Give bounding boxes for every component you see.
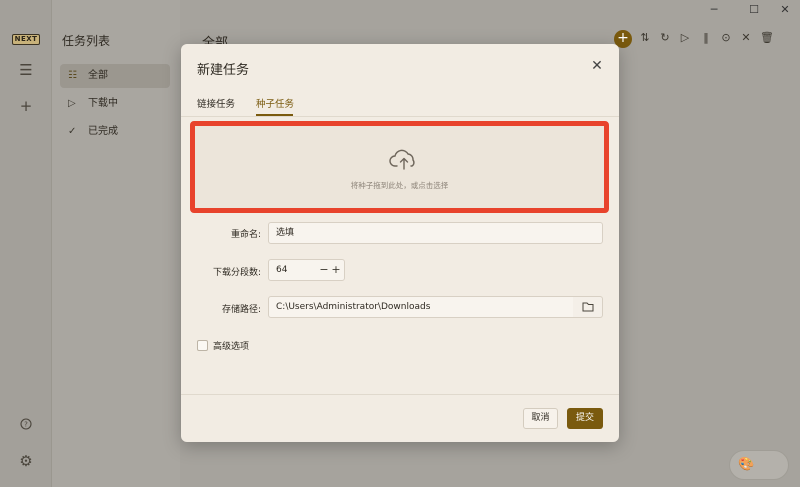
trash-icon[interactable]: 🗑 [759,30,775,46]
maximize-icon[interactable]: ☐ [744,2,764,18]
close-icon[interactable]: ✕ [738,30,754,46]
task-list-pane: 任务列表 ☷ 全部 ▷ 下载中 ✓ 已完成 [52,0,180,487]
plus-icon[interactable]: + [16,96,36,116]
increment-button[interactable]: + [330,260,342,280]
cancel-button[interactable]: 取消 [523,408,558,429]
tab-torrent-task[interactable]: 种子任务 [256,96,294,110]
submit-button[interactable]: 提交 [567,408,603,429]
sort-icon[interactable]: ⇅ [637,30,653,46]
theme-button[interactable]: 🎨 [729,450,789,480]
path-label: 存储路径: [221,305,261,315]
help-icon[interactable]: ? [16,415,36,435]
rename-input[interactable]: 选填 [268,222,603,244]
refresh-icon[interactable]: ↻ [657,30,673,46]
stop-icon[interactable]: ⊙ [718,30,734,46]
tab-divider [181,116,619,117]
browse-folder-button[interactable] [573,296,603,318]
close-icon[interactable]: ✕ [775,2,795,18]
torrent-dropzone[interactable]: 将种子拖到此处，或点击选择 [190,121,609,213]
list-title: 任务列表 [62,34,111,48]
nav-item-label: 已完成 [88,126,118,137]
play-icon: ▷ [68,98,76,109]
nav-item-downloading[interactable]: ▷ 下载中 [60,92,170,116]
rename-label: 重命名: [230,230,261,240]
dropzone-hint: 将种子拖到此处，或点击选择 [350,181,449,190]
nav-item-completed[interactable]: ✓ 已完成 [60,120,170,144]
footer-divider [181,394,619,395]
close-icon[interactable]: ✕ [589,58,605,74]
svg-text:?: ? [24,421,28,429]
tab-active-indicator [256,114,293,116]
app-logo: NEXT [12,34,40,45]
pause-icon[interactable]: ‖ [698,30,714,46]
check-icon: ✓ [68,126,77,137]
tab-link-task[interactable]: 链接任务 [197,96,235,110]
segments-stepper[interactable]: 64 − + [268,259,345,281]
folder-icon [582,302,594,312]
dialog-title: 新建任务 [197,63,250,78]
nav-item-all[interactable]: ☷ 全部 [60,64,170,88]
list-icon: ☷ [68,70,77,81]
cloud-upload-icon [389,149,415,170]
settings-icon[interactable]: ⚙ [16,451,36,471]
new-task-dialog: 新建任务 ✕ 链接任务 种子任务 将种子拖到此处，或点击选择 重命名: 选填 下… [181,44,619,442]
minimize-icon[interactable]: ─ [704,2,724,18]
path-input[interactable]: C:\Users\Administrator\Downloads [268,296,574,318]
segments-label: 下载分段数: [212,268,261,278]
decrement-button[interactable]: − [318,260,330,280]
palette-icon: 🎨 [738,457,755,472]
left-rail: NEXT ☰ + ? ⚙ [0,0,52,487]
advanced-options-checkbox[interactable] [197,340,208,351]
nav-item-label: 下载中 [88,98,118,109]
advanced-options-label: 高级选项 [213,342,250,352]
segments-value: 64 [276,265,288,275]
play-icon[interactable]: ▷ [677,30,693,46]
menu-icon[interactable]: ☰ [16,60,36,80]
nav-item-label: 全部 [88,70,108,81]
